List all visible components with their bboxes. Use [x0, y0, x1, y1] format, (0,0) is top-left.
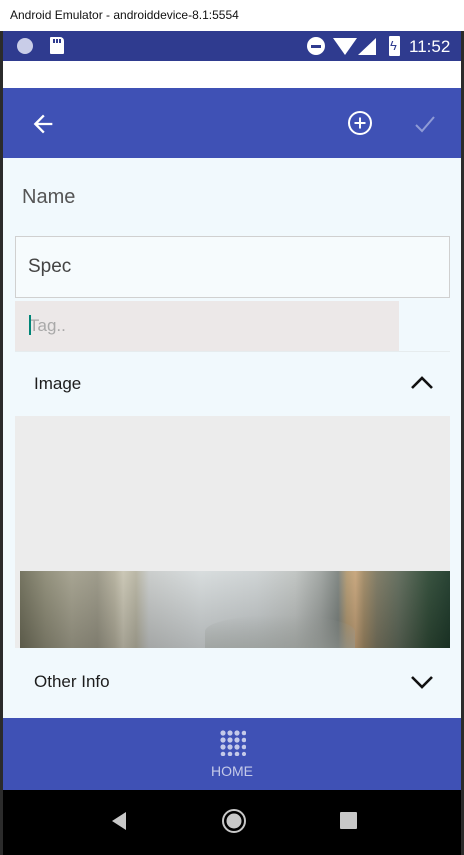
nav-recents-icon[interactable] — [340, 812, 357, 829]
tag-input[interactable] — [15, 301, 399, 351]
chevron-up-icon — [411, 376, 433, 389]
arrow-back-icon — [33, 114, 53, 134]
text-cursor — [29, 315, 31, 335]
emulator-title: Android Emulator - androiddevice-8.1:555… — [10, 8, 239, 22]
checkmark-icon — [415, 116, 435, 133]
status-time: 11:52 — [409, 37, 451, 56]
nav-home-icon[interactable] — [221, 808, 247, 834]
other-info-section-header[interactable]: Other Info — [15, 652, 450, 712]
apps-grid-icon — [220, 730, 246, 756]
divider — [15, 351, 450, 352]
battery-charging-icon — [389, 36, 400, 56]
nav-back-icon[interactable] — [109, 810, 131, 832]
bottom-navigation: HOME — [3, 718, 461, 790]
app-toolbar — [3, 88, 461, 158]
system-nav-bar — [3, 790, 461, 855]
other-info-section-title: Other Info — [34, 672, 110, 691]
form-content: Name Image Other Info — [3, 158, 461, 718]
attached-photo — [20, 571, 450, 648]
toolbar-spacer — [3, 61, 461, 88]
cell-signal-icon — [358, 38, 376, 55]
do-not-disturb-icon — [307, 37, 325, 55]
image-section-header[interactable]: Image — [15, 354, 450, 414]
notification-dot-icon — [17, 38, 33, 54]
chevron-down-icon — [411, 676, 433, 689]
add-button[interactable] — [345, 108, 375, 138]
sd-card-icon — [50, 37, 64, 54]
tab-home-label: HOME — [211, 763, 253, 779]
wifi-icon — [333, 38, 357, 55]
confirm-button[interactable] — [410, 109, 440, 139]
name-label: Name — [22, 186, 76, 208]
status-bar: 11:52 — [3, 31, 461, 61]
tab-home[interactable]: HOME — [197, 726, 267, 786]
name-input[interactable] — [15, 236, 450, 298]
image-section-title: Image — [34, 374, 82, 393]
image-preview-area[interactable] — [15, 416, 450, 648]
back-button[interactable] — [29, 110, 57, 138]
emulator-title-bar: Android Emulator - androiddevice-8.1:555… — [0, 0, 464, 31]
add-circle-icon — [348, 111, 372, 135]
